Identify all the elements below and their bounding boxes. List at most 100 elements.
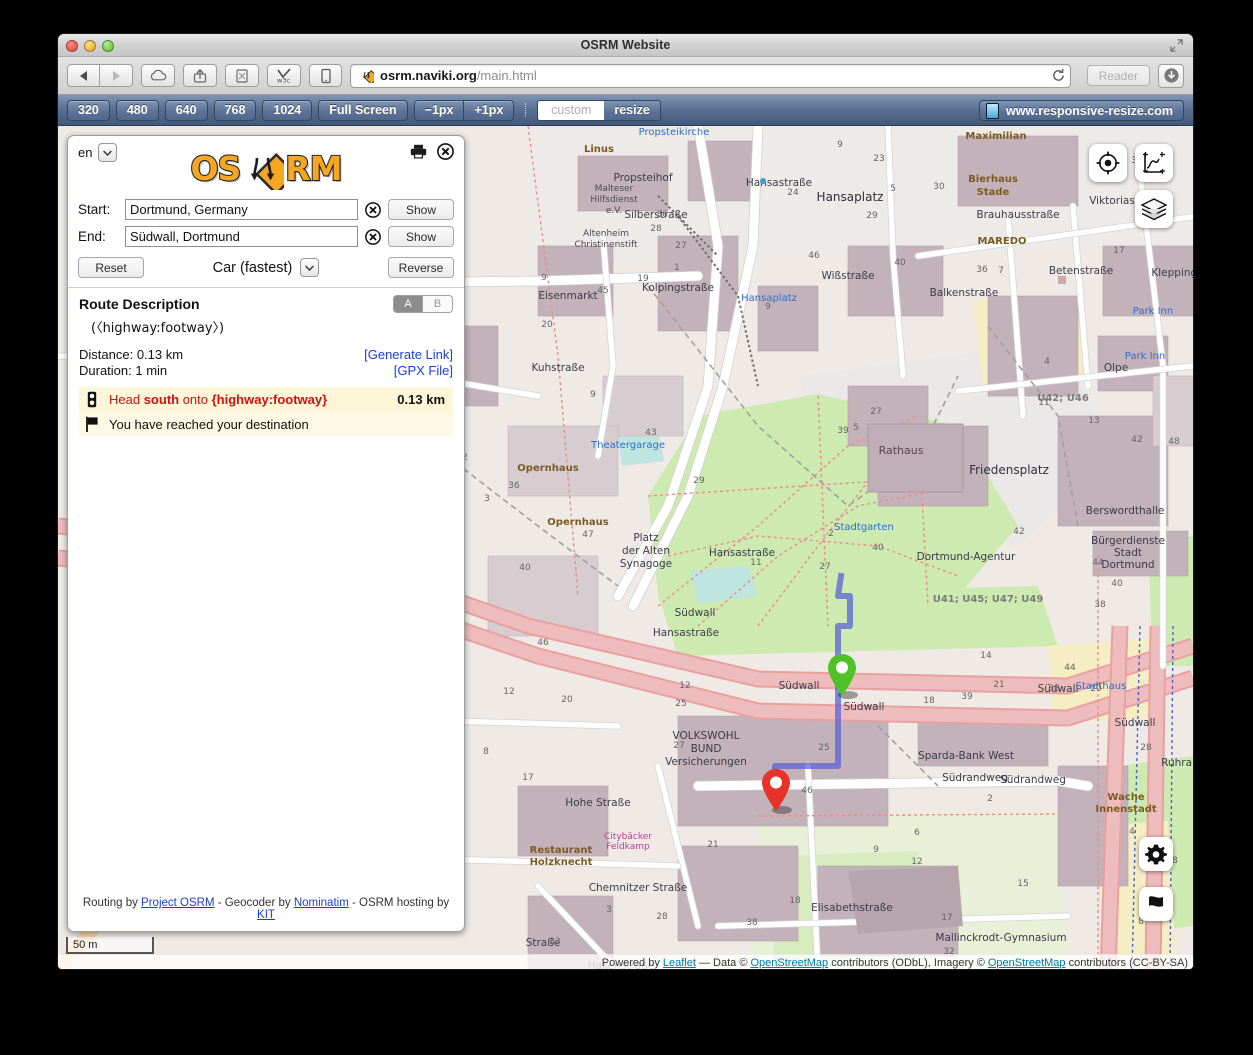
- osrm-favicon-icon: [363, 69, 374, 83]
- address-bar[interactable]: osrm.naviki.org/main.html: [350, 63, 1071, 88]
- show-end-button[interactable]: Show: [388, 226, 454, 247]
- downloads-button[interactable]: [1158, 63, 1184, 88]
- w3c-validator-button[interactable]: w3c: [267, 64, 301, 87]
- url-text: osrm.naviki.org/main.html: [380, 68, 537, 83]
- osm-link-1[interactable]: OpenStreetMap: [751, 957, 829, 969]
- route-stats: Distance: 0.13 km Duration: 1 min [Gener…: [79, 347, 453, 379]
- locate-button[interactable]: [1089, 144, 1127, 182]
- locate-icon: [1096, 151, 1120, 175]
- flag-button[interactable]: [1139, 887, 1173, 921]
- distance-label: Distance:: [79, 347, 134, 362]
- traffic-signal-icon: [84, 391, 100, 408]
- width-768-button[interactable]: 768: [213, 99, 257, 121]
- map-label: Dortmund-Agentur: [917, 551, 1016, 563]
- direction-step[interactable]: Head south onto {highway:footway} 0.13 k…: [79, 387, 453, 412]
- fullscreen-icon[interactable]: [1169, 38, 1184, 53]
- project-osrm-link[interactable]: Project OSRM: [141, 897, 215, 909]
- route-tab-a[interactable]: A: [393, 295, 423, 313]
- nominatim-link[interactable]: Nominatim: [294, 897, 349, 909]
- house-number-label: 9: [873, 845, 879, 855]
- duration-value: 1 min: [135, 363, 168, 378]
- back-button[interactable]: [67, 64, 100, 87]
- house-number-label: 43: [645, 428, 656, 438]
- chevron-down-icon[interactable]: [98, 143, 118, 162]
- map-label: Sparda-Bank West: [918, 750, 1014, 762]
- forward-button[interactable]: [100, 64, 133, 87]
- close-circle-icon[interactable]: [437, 143, 454, 160]
- custom-resize-group: custom resize: [537, 99, 661, 121]
- leaflet-link[interactable]: Leaflet: [663, 957, 696, 969]
- map-label: Maximilian: [965, 131, 1026, 142]
- osm-link-2[interactable]: OpenStreetMap: [988, 957, 1066, 969]
- map-scale-bar: 50 m: [66, 937, 154, 954]
- house-number-label: 40: [1111, 579, 1123, 589]
- footer-mid-1: - Geocoder by: [214, 897, 294, 909]
- house-number-label: 46: [801, 786, 813, 796]
- travel-mode-select[interactable]: Car (fastest): [144, 258, 388, 277]
- gpx-file-link[interactable]: [GPX File]: [364, 363, 453, 379]
- house-number-label: 38: [1094, 600, 1106, 610]
- icloud-tabs-button[interactable]: [141, 64, 175, 87]
- house-number-label: 1: [674, 263, 680, 273]
- reader-button[interactable]: Reader: [1086, 65, 1150, 86]
- house-number-label: 4: [1129, 827, 1135, 837]
- full-screen-button[interactable]: Full Screen: [318, 99, 408, 121]
- width-480-button[interactable]: 480: [115, 99, 159, 121]
- house-number-label: 20: [541, 320, 553, 330]
- step-street: {highway:footway}: [211, 392, 328, 407]
- reader-view-button[interactable]: [225, 64, 259, 87]
- reset-button[interactable]: Reset: [78, 257, 144, 278]
- zoom-window-button[interactable]: [102, 40, 114, 52]
- resize-button[interactable]: resize: [604, 100, 660, 120]
- route-tab-b[interactable]: B: [423, 295, 453, 313]
- width-640-button[interactable]: 640: [164, 99, 208, 121]
- map-label: Malteser: [595, 184, 634, 194]
- settings-button[interactable]: [1139, 837, 1173, 871]
- show-start-button[interactable]: Show: [388, 199, 454, 220]
- clear-end-icon[interactable]: [365, 228, 381, 245]
- printer-icon[interactable]: [410, 144, 427, 159]
- share-button[interactable]: [183, 64, 217, 87]
- reload-icon[interactable]: [1051, 68, 1066, 83]
- route-directions-list: Head south onto {highway:footway} 0.13 k…: [79, 387, 453, 436]
- map-label: Wißstraße: [821, 270, 874, 282]
- close-window-button[interactable]: [66, 40, 78, 52]
- plus-one-px-button[interactable]: +1px: [464, 99, 515, 121]
- download-icon: [1163, 68, 1179, 83]
- house-number-label: 9: [765, 302, 771, 312]
- start-input[interactable]: Dortmund, Germany: [125, 199, 358, 220]
- window-traffic-lights: [66, 40, 114, 52]
- mobile-preview-button[interactable]: [309, 64, 342, 87]
- generate-link[interactable]: [Generate Link]: [364, 347, 453, 363]
- minimize-window-button[interactable]: [84, 40, 96, 52]
- house-number-label: 27: [675, 241, 686, 251]
- width-320-button[interactable]: 320: [67, 99, 110, 121]
- house-number-label: 46: [808, 251, 820, 261]
- house-number-label: 4: [1044, 357, 1050, 367]
- house-number-label: 29: [693, 476, 705, 486]
- house-number-label: 47: [582, 530, 593, 540]
- elevation-profile-button[interactable]: [1135, 144, 1173, 182]
- destination-flag-icon: [84, 416, 100, 432]
- map-label: Mallinckrodt-Gymnasium: [935, 932, 1066, 944]
- house-number-label: 15: [1017, 879, 1028, 889]
- house-number-label: 9: [590, 390, 596, 400]
- house-number-label: 3: [484, 494, 490, 504]
- minus-one-px-button[interactable]: −1px: [413, 99, 465, 121]
- end-input[interactable]: Südwall, Dortmund: [125, 226, 358, 247]
- responsive-resize-brand-link[interactable]: www.responsive-resize.com: [979, 100, 1184, 121]
- reverse-button[interactable]: Reverse: [388, 257, 454, 278]
- language-selector[interactable]: en: [78, 143, 454, 162]
- map-label: Rathaus: [879, 444, 924, 457]
- house-number-label: 25: [818, 743, 829, 753]
- custom-width-input[interactable]: custom: [538, 100, 605, 120]
- map-label: Eisenmarkt: [538, 290, 597, 302]
- chevron-down-icon[interactable]: [300, 258, 320, 277]
- kit-link[interactable]: KIT: [257, 909, 275, 921]
- direction-step[interactable]: You have reached your destination: [79, 412, 453, 436]
- width-1024-button[interactable]: 1024: [262, 99, 313, 121]
- clear-start-icon[interactable]: [365, 201, 381, 218]
- map-attribution: Powered by Leaflet — Data © OpenStreetMa…: [58, 954, 1193, 969]
- layers-button[interactable]: [1135, 190, 1173, 228]
- map-label: Kuhstraße: [531, 362, 584, 374]
